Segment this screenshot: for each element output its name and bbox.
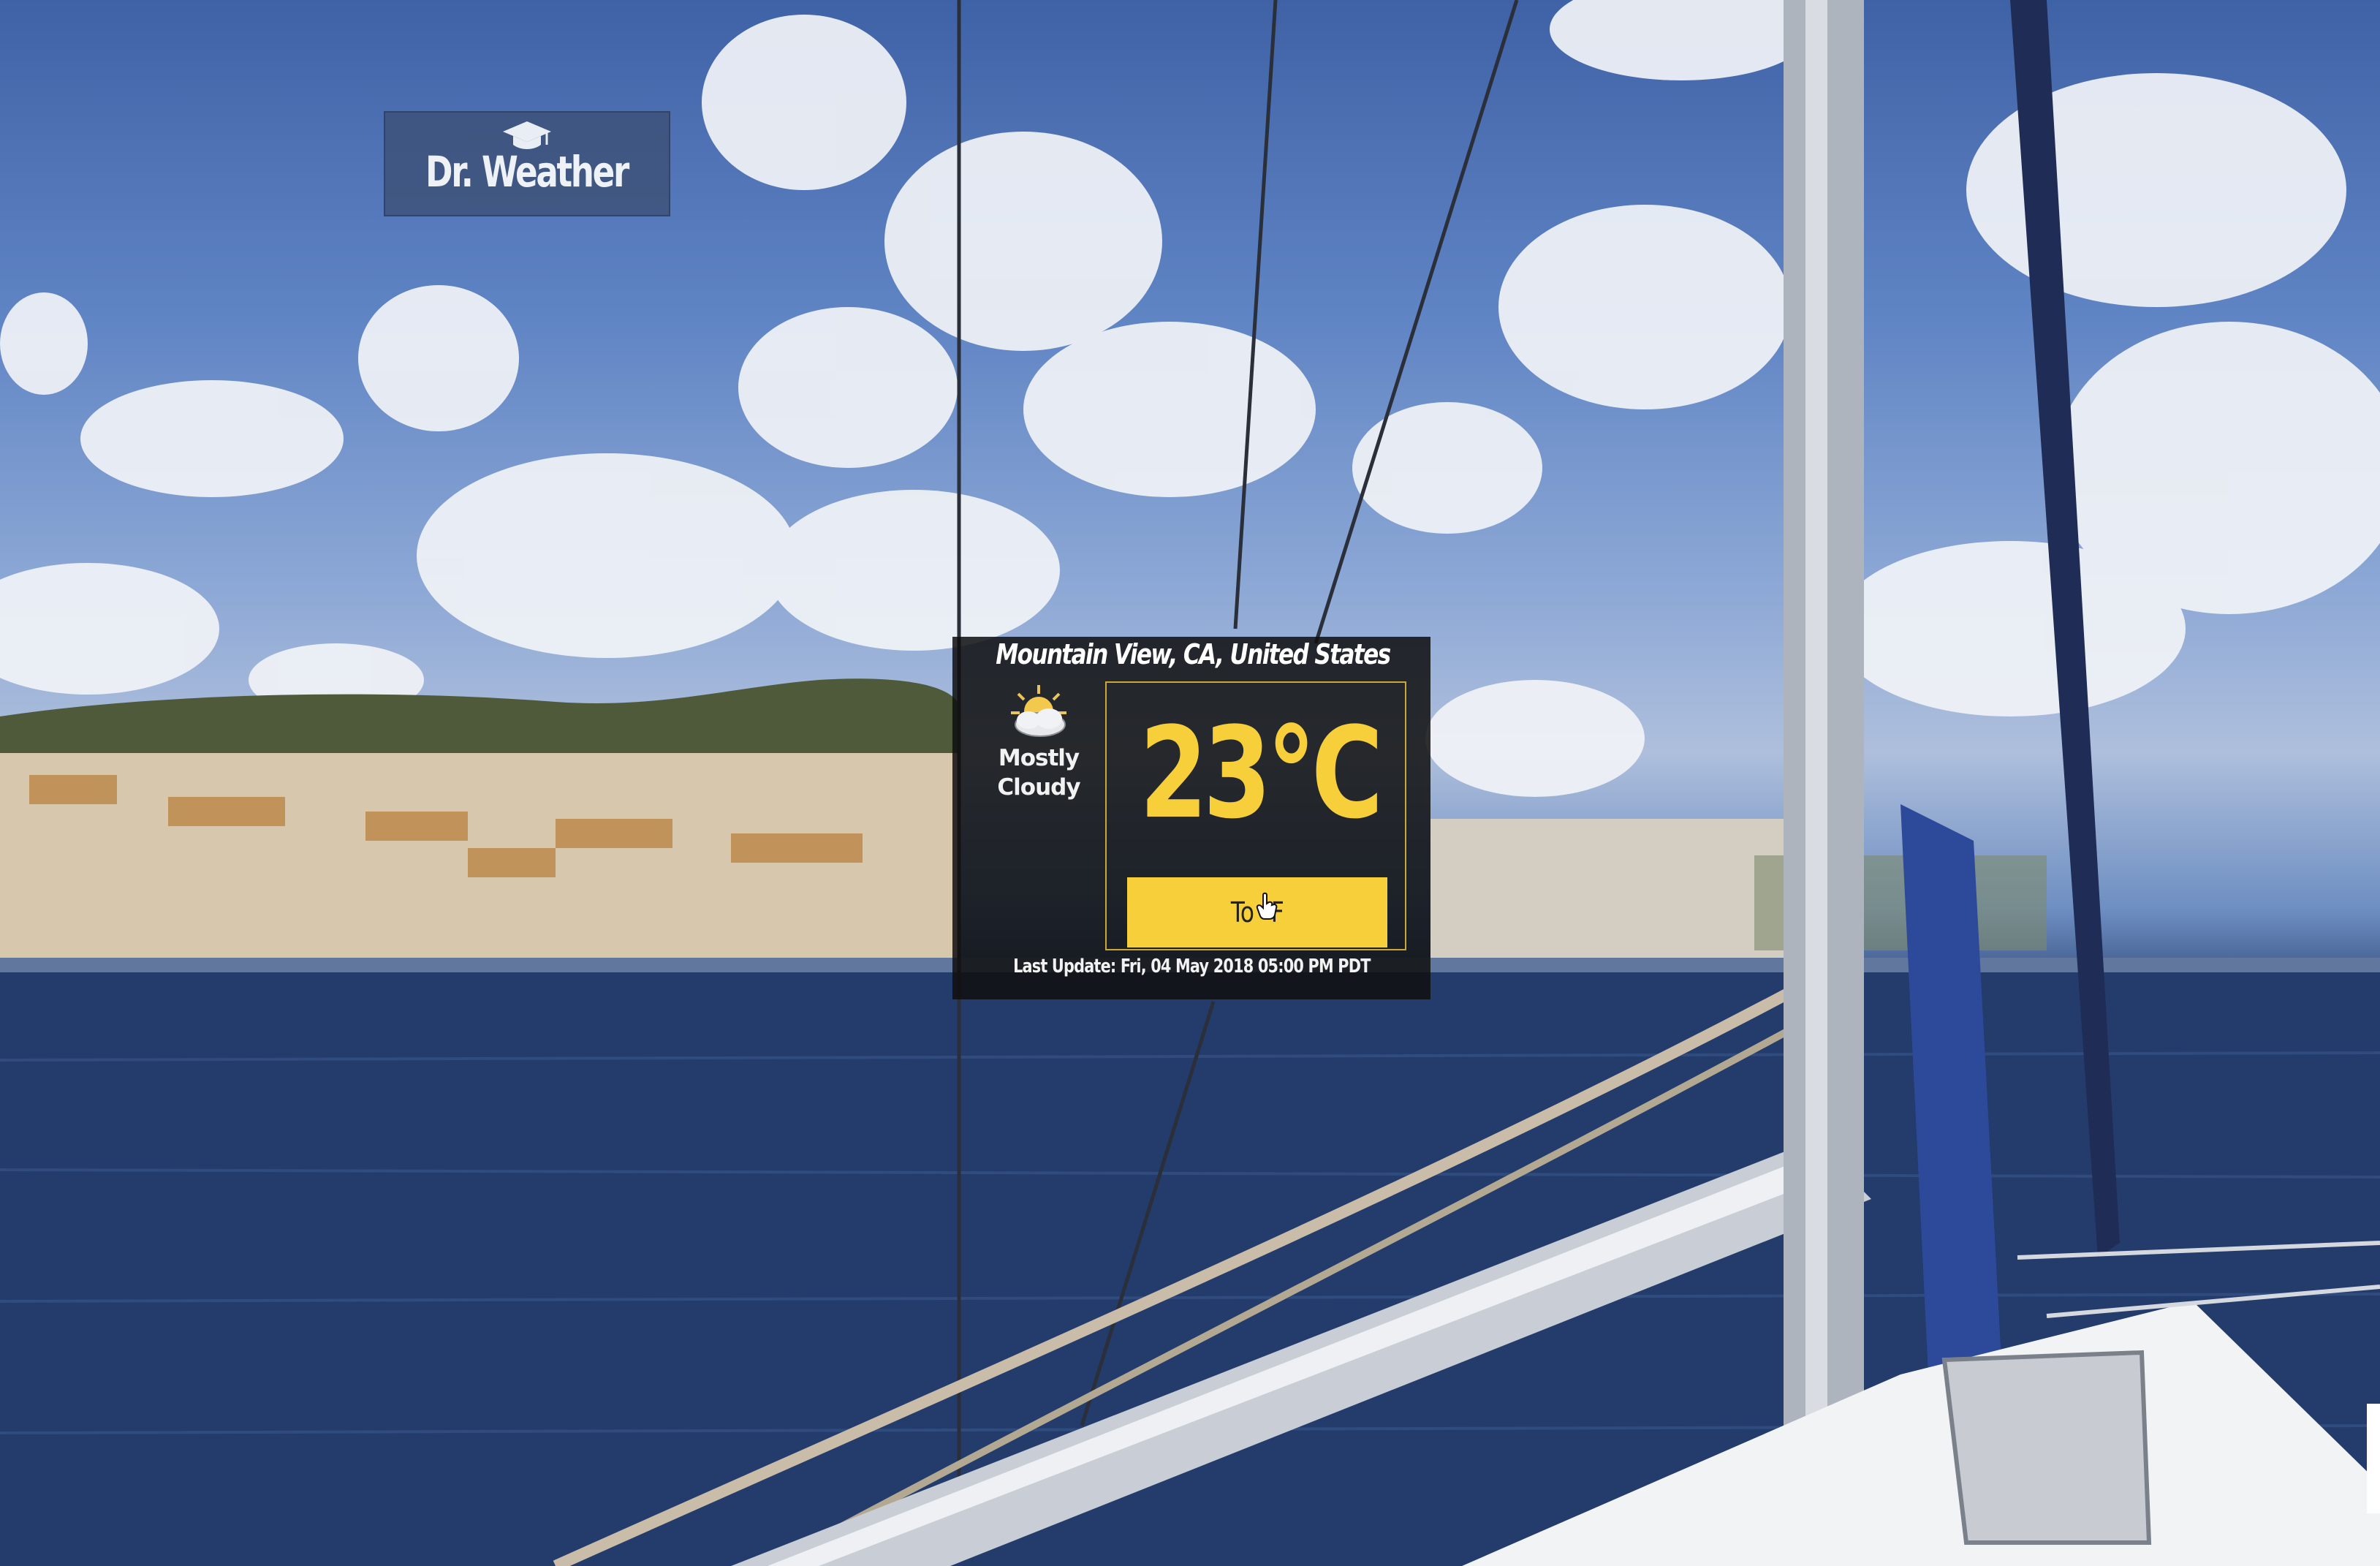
unit-toggle-button[interactable]: To °F <box>1127 877 1387 947</box>
condition-text: Mostly Cloudy <box>997 745 1080 801</box>
partly-cloudy-icon <box>1011 685 1066 737</box>
hand-cursor-icon <box>1256 892 1278 920</box>
last-update-text: Last Update: Fri, 04 May 2018 05:00 PM P… <box>1012 956 1371 977</box>
app-logo[interactable]: Dr. Weather <box>384 111 670 216</box>
logo-title: Dr. Weather <box>425 147 630 197</box>
hatch <box>1941 1350 2152 1545</box>
temperature-panel: 23°C To °F <box>1105 681 1406 950</box>
location-title: Mountain View, CA, United States <box>996 638 1391 670</box>
edge-highlight <box>2367 1404 2380 1513</box>
temperature-value: 23°C <box>1139 700 1384 847</box>
weather-card: Mountain View, CA, United States Mostly … <box>952 637 1430 999</box>
page-background: Dr. Weather Mountain View, CA, United St… <box>0 0 2380 1566</box>
